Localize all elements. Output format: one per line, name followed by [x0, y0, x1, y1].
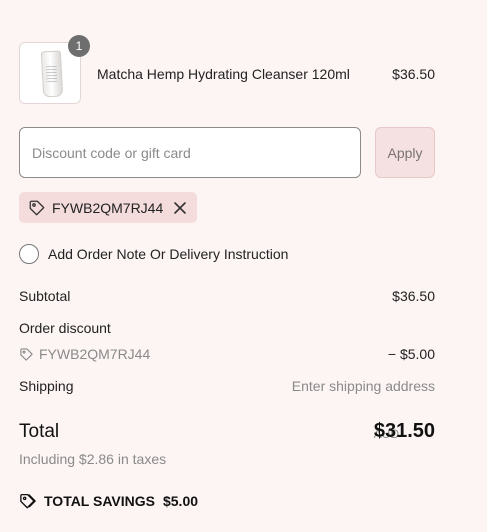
- product-image: [40, 50, 64, 98]
- discount-code-line: FYWB2QM7RJ44: [19, 346, 150, 362]
- quantity-badge: 1: [68, 35, 90, 57]
- shipping-label: Shipping: [19, 378, 74, 394]
- subtotal-label: Subtotal: [19, 288, 71, 304]
- applied-code-text: FYWB2QM7RJ44: [52, 199, 164, 216]
- order-note-radio[interactable]: [19, 244, 39, 264]
- tag-icon: [20, 347, 33, 361]
- apply-button[interactable]: Apply: [375, 127, 435, 178]
- product-price: $36.50: [392, 66, 435, 82]
- close-icon[interactable]: [173, 201, 187, 215]
- subtotal-value: $36.50: [392, 288, 435, 304]
- savings-tag-icon: [20, 493, 36, 509]
- applied-discount-chip: FYWB2QM7RJ44: [19, 192, 198, 223]
- total-label: Total: [19, 421, 60, 442]
- tax-note: Including $2.86 in taxes: [19, 451, 167, 467]
- savings-label: TOTAL SAVINGS: [44, 493, 155, 509]
- order-discount-label: Order discount: [19, 320, 111, 336]
- tag-icon: [29, 200, 45, 215]
- discount-code-input[interactable]: [19, 127, 361, 178]
- product-name: Matcha Hemp Hydrating Cleanser 120ml: [97, 66, 350, 82]
- savings-value: $5.00: [162, 493, 199, 509]
- shipping-value: Enter shipping address: [291, 378, 435, 394]
- total-savings: TOTAL SAVINGS $5.00: [19, 492, 198, 510]
- total-value: $31.50: [373, 420, 435, 442]
- discount-value: − $5.00: [387, 346, 435, 362]
- order-note-label[interactable]: Add Order Note Or Delivery Instruction: [48, 246, 288, 262]
- discount-code-text: FYWB2QM7RJ44: [39, 346, 151, 362]
